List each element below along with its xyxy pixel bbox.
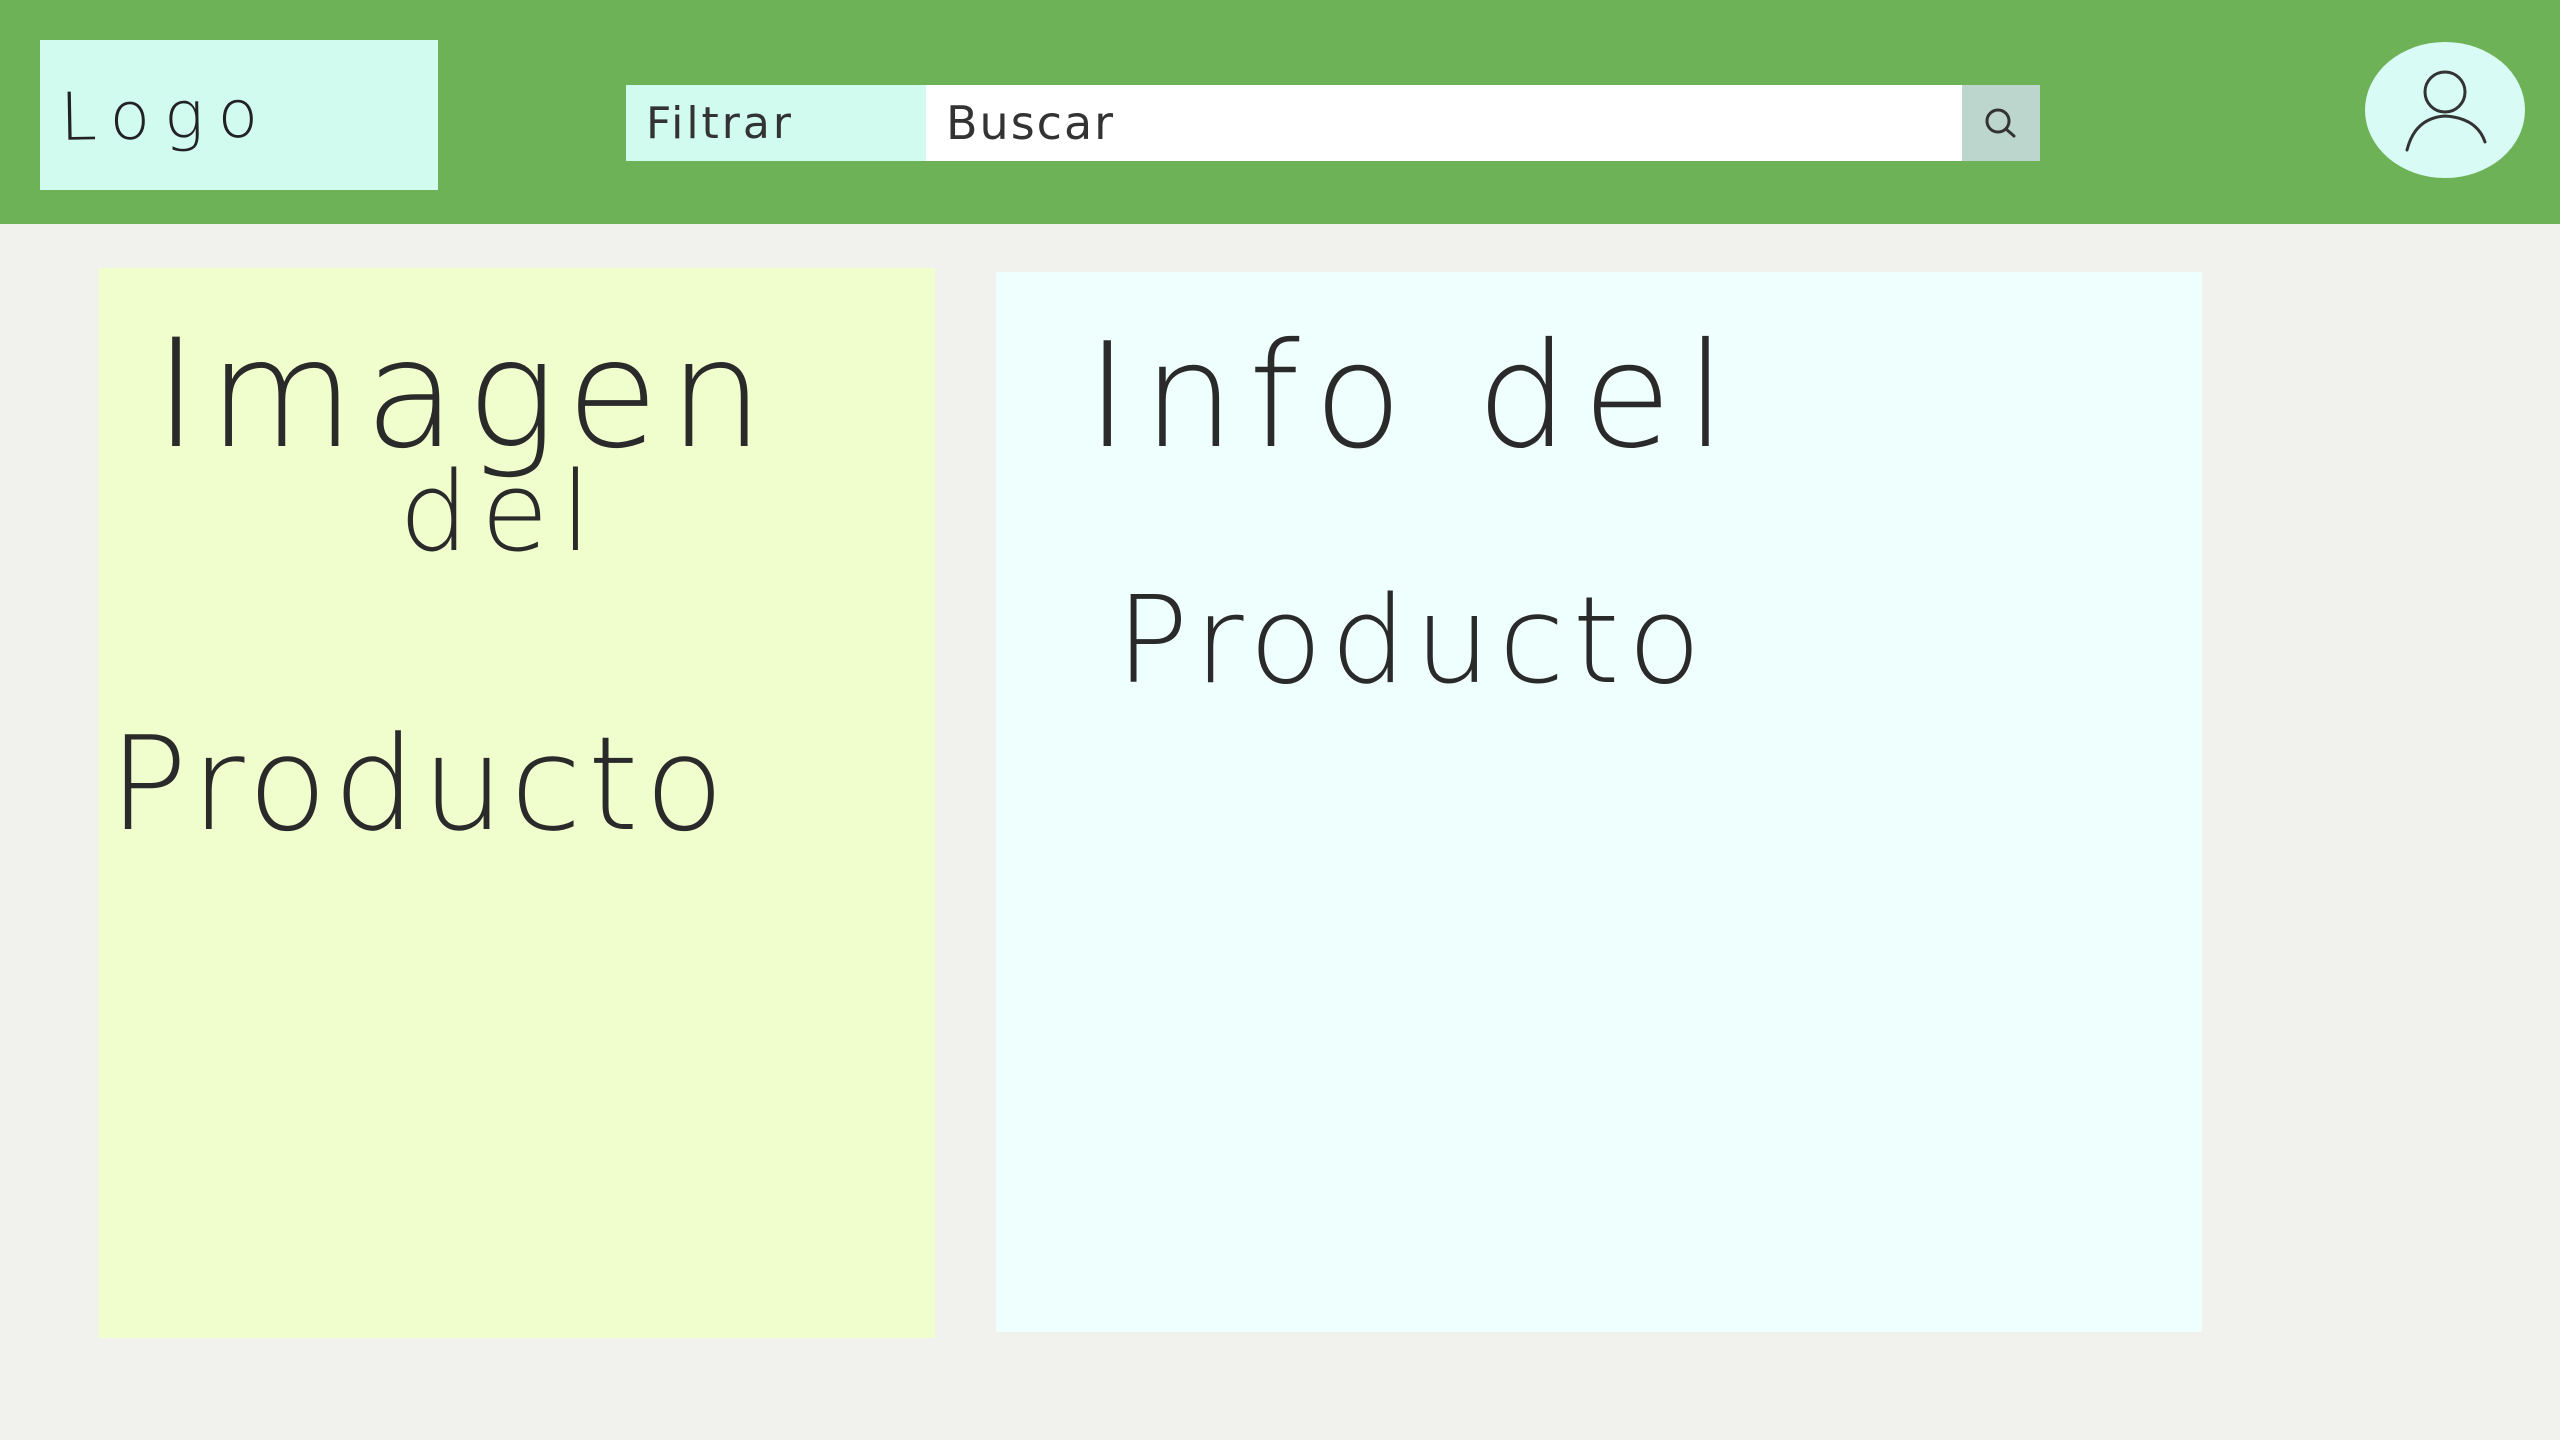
user-icon <box>2405 70 2487 152</box>
user-avatar[interactable] <box>2365 42 2525 178</box>
search-bar: Filtrar <box>626 85 2040 161</box>
logo-label: Logo <box>59 74 273 156</box>
search-icon <box>1985 108 2016 138</box>
search-input[interactable] <box>926 85 1962 161</box>
product-image-panel: Imagen del Producto <box>99 268 935 1338</box>
product-info-panel: Info del Producto <box>996 272 2202 1332</box>
app-frame: Logo Filtrar Imagen del Producto <box>0 0 2560 1440</box>
product-image-line-2: del <box>399 448 604 576</box>
logo[interactable]: Logo <box>40 40 438 190</box>
search-button[interactable] <box>1962 85 2040 161</box>
product-info-line-1: Info del <box>1086 312 1741 481</box>
product-image-line-3: Producto <box>109 708 731 860</box>
filter-dropdown[interactable]: Filtrar <box>626 85 926 161</box>
product-info-line-2: Producto <box>1116 572 1710 711</box>
filter-label: Filtrar <box>646 97 794 149</box>
top-header: Logo Filtrar <box>0 0 2560 224</box>
